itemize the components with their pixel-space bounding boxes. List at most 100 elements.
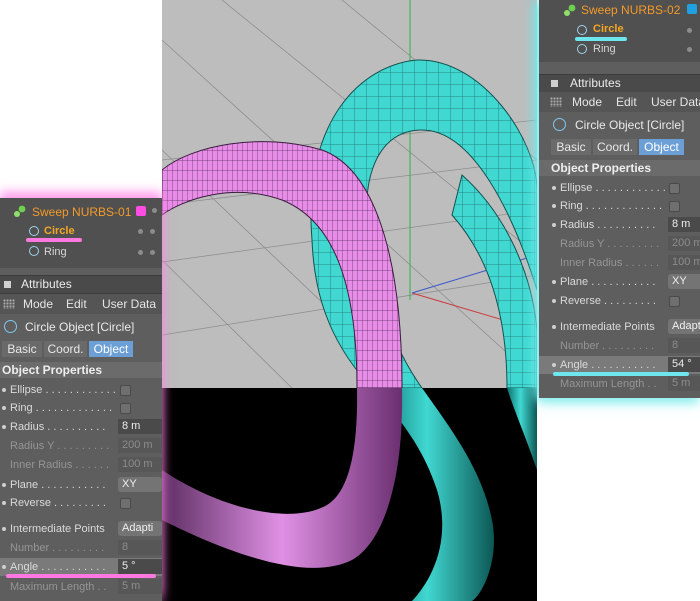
- radius-field[interactable]: 8 m: [118, 419, 162, 434]
- radius-y-field[interactable]: 200 m: [668, 236, 700, 251]
- menu-mode[interactable]: Mode: [23, 297, 53, 311]
- angle-field[interactable]: 54 °: [668, 357, 700, 372]
- panel-menu-icon[interactable]: [4, 281, 11, 288]
- tab-basic[interactable]: Basic: [2, 341, 42, 357]
- attributes-header: Attributes: [0, 275, 162, 294]
- grip-icon[interactable]: [3, 299, 15, 309]
- prop-maximum-length: Maximum Length . . 5 m: [0, 578, 162, 596]
- attributes-menu-bar: Mode Edit User Data: [0, 294, 162, 314]
- inner-radius-field[interactable]: 100 m: [668, 255, 700, 270]
- plane-dropdown[interactable]: XY: [118, 477, 162, 492]
- prop-radius-y: Radius Y . . . . . . . . . 200 m: [0, 437, 162, 455]
- menu-user-data[interactable]: User Data: [651, 95, 700, 109]
- intermediate-points-dropdown[interactable]: Adapti: [118, 521, 162, 536]
- prop-intermediate-points: Intermediate Points Adapti: [0, 520, 162, 538]
- radius-field[interactable]: 8 m: [668, 217, 700, 232]
- layer-color-chip[interactable]: [136, 206, 146, 216]
- sweep-nurbs-icon: [14, 205, 26, 217]
- sweep-nurbs-01-label[interactable]: Sweep NURBS-01: [32, 205, 131, 219]
- tab-basic[interactable]: Basic: [551, 139, 591, 155]
- section-title: Object Properties: [2, 363, 103, 377]
- 3d-viewport[interactable]: [162, 0, 537, 601]
- attributes-title: Attributes: [21, 277, 72, 291]
- right-attributes-panel: Sweep NURBS-02 Circle Ring Attributes Mo…: [539, 0, 700, 398]
- left-attributes-panel: Sweep NURBS-01 Circle Ring Attributes Mo…: [0, 198, 162, 601]
- panel-menu-icon[interactable]: [551, 80, 558, 87]
- prop-maximum-length: Maximum Length . . 5 m: [539, 375, 700, 393]
- plane-dropdown[interactable]: XY: [668, 274, 700, 289]
- menu-user-data[interactable]: User Data: [102, 297, 156, 311]
- circle-object-icon: [553, 118, 566, 131]
- inner-radius-label: Inner Radius . . . . . .: [10, 459, 110, 471]
- attributes-title: Attributes: [570, 76, 621, 90]
- child-circle-label[interactable]: Circle: [593, 23, 624, 35]
- prop-reverse: Reverse . . . . . . . . .: [539, 292, 700, 310]
- bullet: [552, 280, 556, 284]
- tab-bar: Basic Coord. Object: [0, 340, 162, 358]
- child-ring-label[interactable]: Ring: [44, 246, 67, 258]
- attributes-menu-bar: Mode Edit User Data: [539, 92, 700, 112]
- attributes-header: Attributes: [539, 74, 700, 93]
- reverse-label: Reverse . . . . . . . . .: [10, 497, 106, 509]
- number-label: Number . . . . . . . . .: [10, 542, 105, 554]
- prop-radius: Radius . . . . . . . . . . 8 m: [539, 216, 700, 234]
- circle-spline-icon: [29, 226, 39, 236]
- reverse-checkbox[interactable]: [120, 498, 131, 509]
- visibility-dot[interactable]: [152, 208, 157, 213]
- ellipse-checkbox[interactable]: [120, 385, 131, 396]
- render-dot[interactable]: [150, 229, 155, 234]
- maximum-length-field[interactable]: 5 m: [668, 376, 700, 391]
- number-field[interactable]: 8: [118, 540, 162, 555]
- maximum-length-field[interactable]: 5 m: [118, 579, 162, 594]
- menu-mode[interactable]: Mode: [572, 95, 602, 109]
- prop-ring: Ring . . . . . . . . . . . . .: [0, 399, 162, 417]
- object-tree: Sweep NURBS-01 Circle Ring: [0, 198, 162, 268]
- render-dot[interactable]: [150, 250, 155, 255]
- object-tree: Sweep NURBS-02 Circle Ring: [539, 0, 700, 62]
- ring-label: Ring . . . . . . . . . . . . .: [10, 402, 113, 414]
- menu-edit[interactable]: Edit: [66, 297, 87, 311]
- highlight-underline: [575, 37, 627, 41]
- tab-coord[interactable]: Coord.: [44, 341, 87, 357]
- visibility-dot[interactable]: [687, 47, 692, 52]
- ellipse-checkbox[interactable]: [669, 183, 680, 194]
- child-ring-label[interactable]: Ring: [593, 43, 616, 55]
- viewport-canvas: [162, 0, 537, 601]
- bullet: [2, 483, 6, 487]
- tab-object[interactable]: Object: [639, 139, 684, 155]
- sweep-nurbs-icon: [564, 4, 576, 16]
- bullet: [552, 325, 556, 329]
- visibility-dot[interactable]: [687, 28, 692, 33]
- ring-spline-icon: [29, 246, 39, 256]
- tab-object[interactable]: Object: [89, 341, 133, 357]
- angle-field[interactable]: 5 °: [118, 559, 162, 574]
- bullet: [2, 565, 6, 569]
- visibility-dot[interactable]: [138, 250, 143, 255]
- tab-coord[interactable]: Coord.: [593, 139, 637, 155]
- circle-spline-icon: [577, 25, 587, 35]
- radius-label: Radius . . . . . . . . . .: [560, 219, 656, 231]
- radius-y-field[interactable]: 200 m: [118, 438, 162, 453]
- bullet: [2, 527, 6, 531]
- prop-ellipse: Ellipse . . . . . . . . . . . .: [539, 179, 700, 197]
- grip-icon[interactable]: [550, 97, 562, 107]
- intermediate-points-dropdown[interactable]: Adapt: [668, 319, 700, 334]
- child-circle-label[interactable]: Circle: [44, 225, 75, 237]
- layer-color-chip[interactable]: [687, 4, 697, 14]
- bullet: [552, 204, 556, 208]
- plane-label: Plane . . . . . . . . . . .: [560, 276, 656, 288]
- sweep-nurbs-02-label[interactable]: Sweep NURBS-02: [581, 3, 680, 17]
- menu-edit[interactable]: Edit: [616, 95, 637, 109]
- intermediate-points-label: Intermediate Points: [560, 321, 655, 333]
- reverse-label: Reverse . . . . . . . . .: [560, 295, 656, 307]
- bullet: [2, 388, 6, 392]
- prop-plane: Plane . . . . . . . . . . . XY: [539, 273, 700, 291]
- bullet: [552, 363, 556, 367]
- inner-radius-field[interactable]: 100 m: [118, 457, 162, 472]
- reverse-checkbox[interactable]: [669, 296, 680, 307]
- radius-y-label: Radius Y . . . . . . . . .: [560, 238, 660, 250]
- number-field[interactable]: 8: [668, 338, 700, 353]
- ring-checkbox[interactable]: [120, 403, 131, 414]
- visibility-dot[interactable]: [138, 229, 143, 234]
- ring-checkbox[interactable]: [669, 201, 680, 212]
